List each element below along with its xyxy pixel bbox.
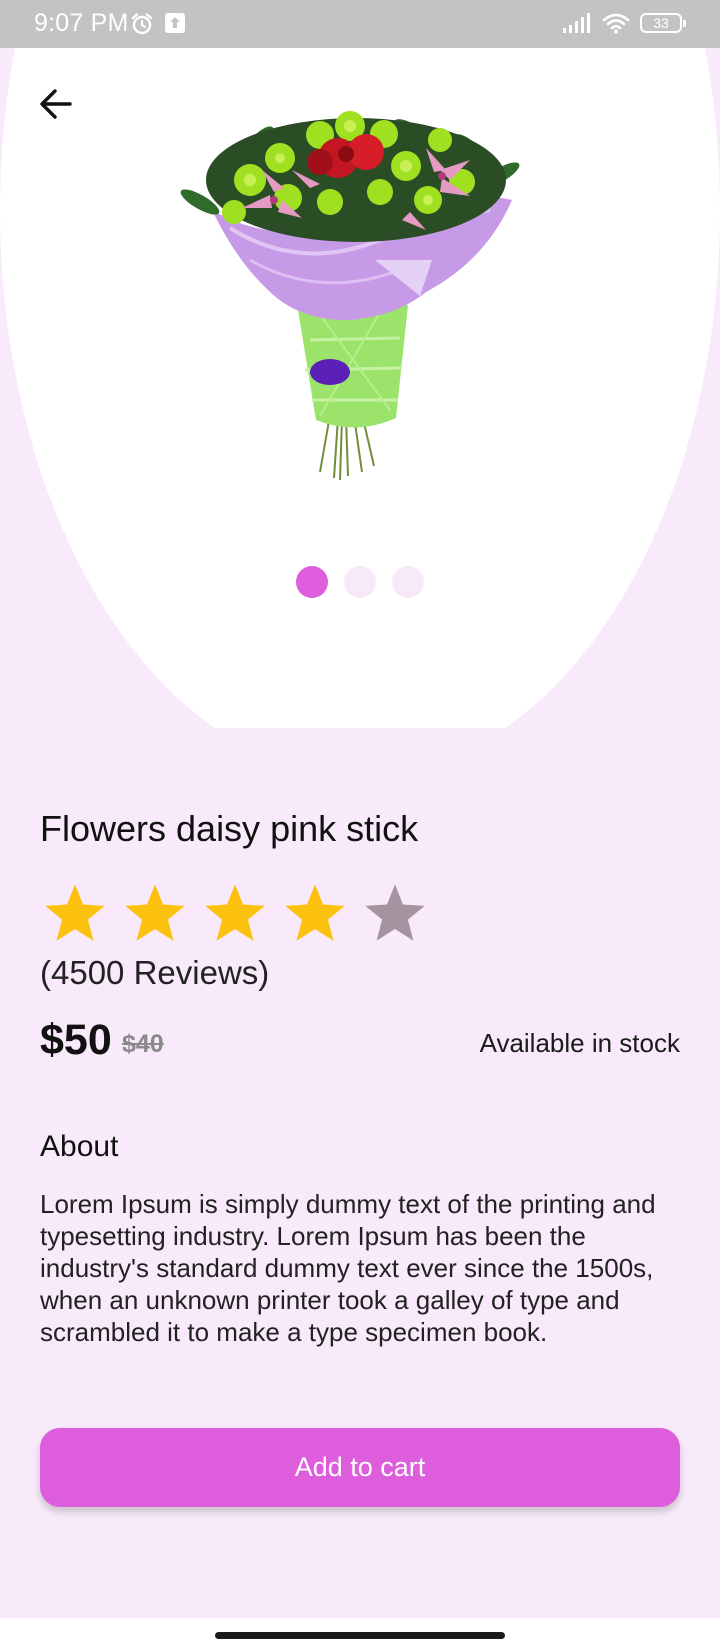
battery-icon: 33 <box>640 13 686 33</box>
star-filled-icon <box>45 884 105 941</box>
carousel-dot-3[interactable] <box>392 566 424 598</box>
upload-icon <box>165 13 185 33</box>
stock-status: Available in stock <box>479 1028 680 1058</box>
carousel-dot-1[interactable] <box>296 566 328 598</box>
star-filled-icon <box>285 884 345 941</box>
product-image[interactable] <box>170 100 540 510</box>
product-title: Flowers daisy pink stick <box>40 808 419 849</box>
signal-icon <box>563 13 590 33</box>
status-bar: 9:07 PM 33 <box>0 0 720 48</box>
arrow-left-icon <box>40 89 72 119</box>
carousel-dot-2[interactable] <box>344 566 376 598</box>
star-filled-icon <box>125 884 185 941</box>
status-left-icons <box>130 12 186 36</box>
reviews-count: (4500 Reviews) <box>40 954 270 991</box>
old-price: $40 <box>122 1030 164 1058</box>
home-indicator[interactable] <box>215 1632 505 1639</box>
price: $50 <box>40 1016 112 1064</box>
about-heading: About <box>40 1130 119 1163</box>
carousel-indicator <box>0 566 720 598</box>
back-button[interactable] <box>36 84 76 124</box>
alarm-icon <box>131 13 153 35</box>
wifi-icon <box>602 13 630 34</box>
star-filled-icon <box>205 884 265 941</box>
star-empty-icon <box>365 884 425 941</box>
status-time: 9:07 PM <box>34 9 129 37</box>
rating-stars <box>42 880 428 946</box>
status-right-icons: 33 <box>562 12 686 34</box>
add-to-cart-button[interactable]: Add to cart <box>40 1428 680 1507</box>
about-text: Lorem Ipsum is simply dummy text of the … <box>40 1189 656 1347</box>
ribbon <box>310 359 350 385</box>
